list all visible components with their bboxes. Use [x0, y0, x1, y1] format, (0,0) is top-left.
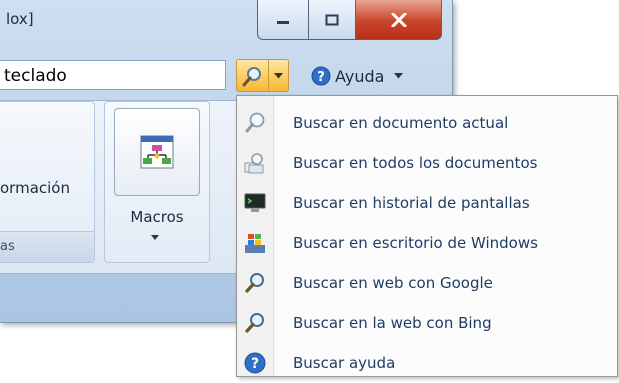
screen-history-icon	[237, 183, 273, 223]
menu-item-label: Buscar en documento actual	[293, 114, 509, 132]
web-search-icon	[237, 303, 273, 343]
menu-item-search-web-bing[interactable]: Buscar en la web con Bing	[237, 303, 617, 343]
magnifier-icon	[237, 103, 273, 143]
help-icon: ?	[237, 343, 273, 383]
menu-item-search-help[interactable]: ? Buscar ayuda	[237, 343, 617, 383]
maximize-button[interactable]	[309, 0, 356, 40]
maximize-icon	[325, 14, 339, 25]
menu-item-search-all-documents[interactable]: Buscar en todos los documentos	[237, 143, 617, 183]
help-label: Ayuda	[335, 66, 385, 86]
help-icon: ?	[311, 66, 331, 86]
close-button[interactable]	[356, 0, 442, 40]
search-options-menu: Buscar en documento actual Buscar en tod…	[236, 95, 618, 377]
minimize-icon	[277, 20, 289, 24]
svg-text:?: ?	[317, 70, 325, 85]
macro-flowchart-icon	[140, 135, 174, 169]
chevron-down-icon[interactable]	[151, 235, 159, 240]
search-input[interactable]	[0, 61, 216, 91]
multi-document-search-icon	[237, 143, 273, 183]
menu-item-search-web-google[interactable]: Buscar en web con Google	[237, 263, 617, 303]
search-options-dropdown[interactable]	[269, 60, 288, 91]
web-search-icon	[237, 263, 273, 303]
svg-text:?: ?	[251, 356, 259, 372]
menu-item-search-windows-desktop[interactable]: Buscar en escritorio de Windows	[237, 223, 617, 263]
help-button[interactable]: ? Ayuda	[311, 62, 404, 90]
magnifier-icon	[242, 66, 261, 86]
menu-item-label: Buscar en escritorio de Windows	[293, 234, 538, 252]
ribbon-group-info: ormación as	[0, 101, 95, 263]
macros-label: Macros	[130, 208, 184, 226]
chevron-down-icon	[274, 72, 283, 78]
windows-desktop-icon	[237, 223, 273, 263]
ribbon-group-label: as	[0, 231, 94, 262]
menu-item-label: Buscar ayuda	[293, 354, 396, 372]
menu-item-search-screen-history[interactable]: Buscar en historial de pantallas	[237, 183, 617, 223]
search-split-button[interactable]	[236, 59, 289, 92]
close-icon	[391, 12, 406, 27]
menu-item-search-current-document[interactable]: Buscar en documento actual	[237, 103, 617, 143]
menu-item-label: Buscar en la web con Bing	[293, 314, 492, 332]
minimize-button[interactable]	[257, 0, 309, 40]
menu-item-label: Buscar en todos los documentos	[293, 154, 538, 172]
menu-item-label: Buscar en historial de pantallas	[293, 194, 530, 212]
macros-button[interactable]	[114, 108, 200, 196]
ribbon-group-macros: Macros	[104, 101, 210, 263]
chevron-down-icon	[394, 73, 404, 79]
info-button-label[interactable]: ormación	[0, 179, 70, 197]
search-field[interactable]	[0, 60, 226, 91]
menu-item-label: Buscar en web con Google	[293, 274, 493, 292]
window-title: lox]	[6, 10, 34, 28]
search-button[interactable]	[237, 60, 269, 91]
